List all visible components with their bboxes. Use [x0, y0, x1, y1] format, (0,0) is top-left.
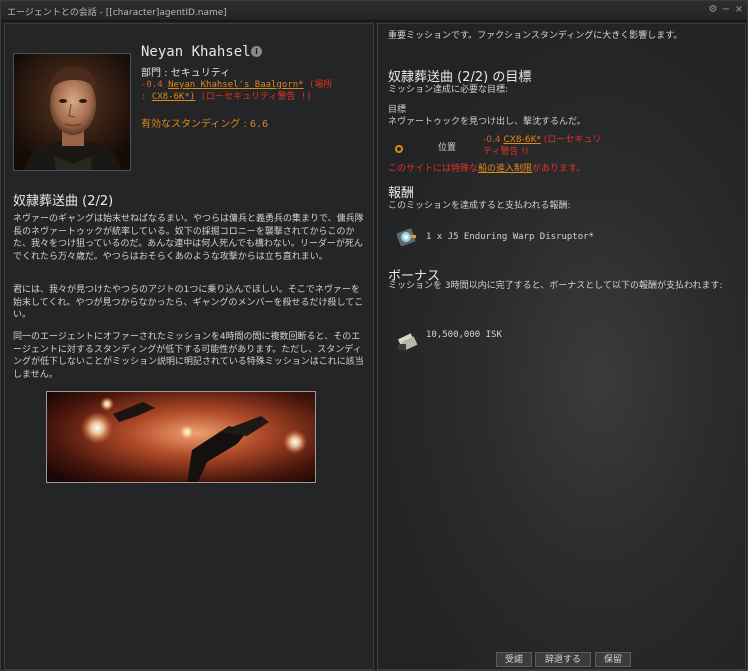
goal-text: ネヴァートゥックを見つけ出し、撃沈するんだ。 — [388, 117, 586, 127]
location-paren: (場所 — [309, 80, 333, 90]
objective-security: -0.4 — [483, 135, 501, 145]
agent-portrait[interactable] — [13, 53, 131, 171]
agent-division: 部門 : セキュリティ — [141, 68, 231, 79]
restriction-post: があります。 — [532, 164, 586, 174]
standing-label: 有効なスタンディング : — [141, 119, 247, 130]
location-pin-icon — [395, 145, 403, 153]
ship-restriction-note: このサイトには特殊な船の進入制限があります。 — [388, 161, 585, 174]
settings-icon[interactable]: ⚙ — [707, 4, 719, 16]
mission-briefing-paragraph: ネヴァーのギャングは始末せねばなるまい。やつらは傭兵と義勇兵の集まりで、傭兵隊長… — [13, 214, 364, 262]
effective-standing: 有効なスタンディング : 6.6 — [141, 115, 268, 130]
minimize-icon[interactable]: − — [720, 4, 732, 16]
accept-button[interactable]: 受諾 — [496, 652, 532, 667]
reward-subtitle: このミッションを達成すると支払われる報酬: — [388, 201, 571, 211]
mission-title: 奴隷葬送曲 (2/2) — [13, 194, 114, 209]
security-status: -0.4 — [141, 80, 163, 90]
reward-item[interactable]: 1 x J5 Enduring Warp Disruptor* — [426, 232, 594, 242]
warp-disruptor-icon[interactable] — [396, 226, 418, 248]
standing-value: 6.6 — [250, 119, 269, 130]
objective-system-link[interactable]: CX8-6K* — [503, 135, 541, 145]
system-link[interactable]: CX8-6K*) — [152, 92, 195, 102]
close-icon[interactable]: × — [733, 4, 745, 16]
location-label: 位置 — [438, 143, 457, 153]
agent-location: -0.4 Neyan Khahsel's Baalgorn* (場所 : CX8… — [141, 79, 371, 103]
agent-info-panel: Neyan Khahsel i 部門 : セキュリティ -0.4 Neyan K… — [4, 23, 374, 670]
agent-name[interactable]: Neyan Khahsel — [141, 44, 251, 60]
station-link[interactable]: Neyan Khahsel's Baalgorn* — [168, 80, 303, 90]
ship-restriction-link[interactable]: 船の進入制限 — [478, 164, 532, 174]
restriction-pre: このサイトには特殊な — [388, 164, 479, 174]
objective-lowsec-warning-cont: ティ警告 !) — [483, 147, 529, 157]
location-colon: : — [141, 92, 147, 102]
lowsec-warning: (ローセキュリティ警告 !) — [200, 92, 312, 102]
mission-objectives-panel: 重要ミッションです。ファクションスタンディングに大きく影響します。 奴隷葬送曲 … — [377, 23, 746, 670]
agent-conversation-window: エージェントとの会話 - [[character]agentID.name] ⚙… — [0, 0, 748, 671]
importance-note: 重要ミッションです。ファクションスタンディングに大きく影響します。 — [388, 31, 683, 41]
window-title: エージェントとの会話 - [[character]agentID.name] — [7, 8, 227, 18]
isk-icon — [396, 330, 418, 352]
bonus-subtitle: ミッションを 3時間以内に完了すると、ボーナスとして以下の報酬が支払われます: — [388, 281, 723, 291]
defer-button[interactable]: 保留 — [595, 652, 631, 667]
mission-image — [46, 391, 316, 483]
bonus-isk: 10,500,000 ISK — [426, 330, 502, 340]
mission-briefing-paragraph: 君には、我々が見つけたやつらのアジトの1つに乗り込んでほしい。そこでネヴァーを始… — [13, 285, 364, 320]
objective-location: -0.4 CX8-6K* (ローセキュリ ティ警告 !) — [483, 134, 643, 158]
objectives-subtitle: ミッション達成に必要な目標: — [388, 85, 509, 95]
decline-button[interactable]: 辞退する — [535, 652, 591, 667]
info-icon[interactable]: i — [251, 46, 262, 57]
objective-lowsec-warning: (ローセキュリ — [543, 135, 602, 145]
title-bar[interactable]: エージェントとの会話 - [[character]agentID.name] ⚙… — [1, 1, 747, 21]
decline-warning-paragraph: 同一のエージェントにオファーされたミッションを4時間の間に複数回断ると、そのエー… — [13, 332, 364, 380]
